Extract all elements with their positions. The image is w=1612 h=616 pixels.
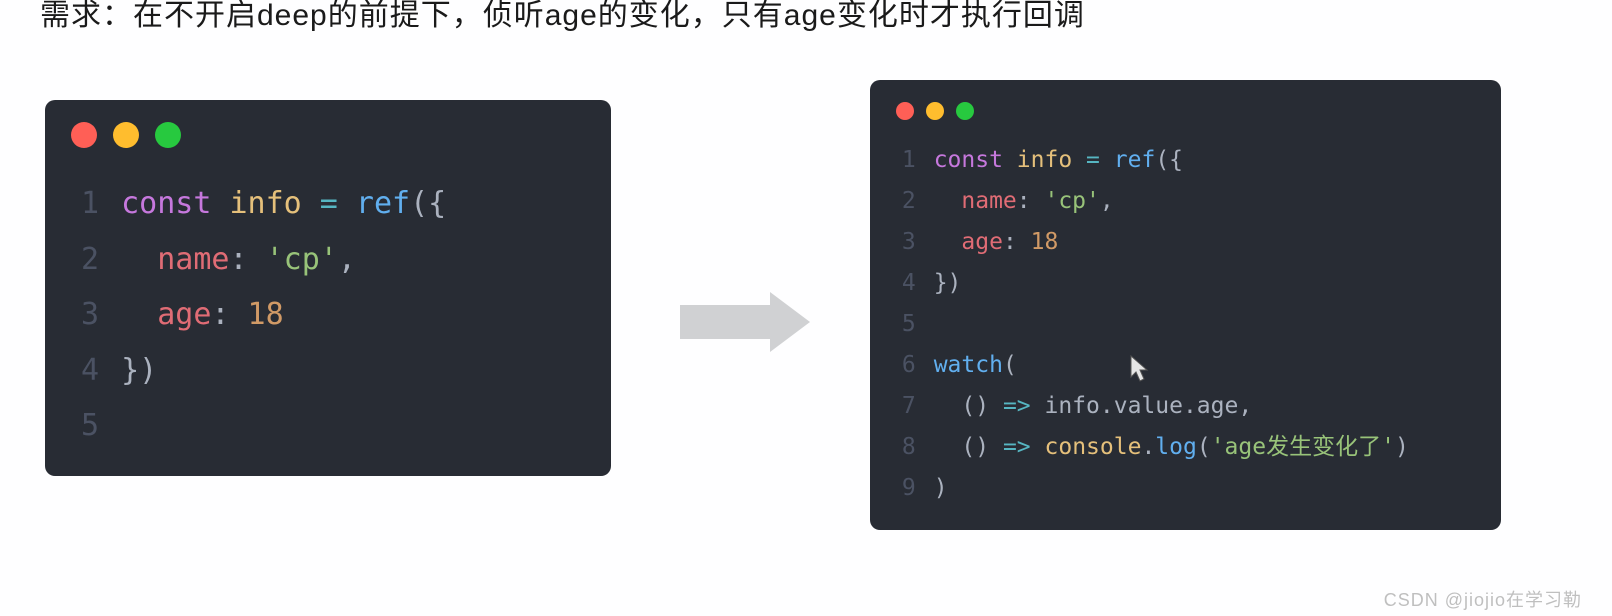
code-token xyxy=(1003,140,1017,181)
line-number: 8 xyxy=(888,427,916,468)
line-number: 3 xyxy=(888,222,916,263)
code-token: console xyxy=(1045,427,1142,468)
code-block-after: 1const info = ref({2 name: 'cp',3 age: 1… xyxy=(870,80,1501,530)
code-token: info.value.age, xyxy=(1031,386,1253,427)
code-token: const xyxy=(121,176,211,232)
code-lines-left: 1const info = ref({2 name: 'cp',3 age: 1… xyxy=(63,176,583,454)
code-line: 8 () => console.log('age发生变化了') xyxy=(888,427,1473,468)
code-token: ref xyxy=(1114,140,1156,181)
code-line: 7 () => info.value.age, xyxy=(888,386,1473,427)
code-line: 5 xyxy=(63,398,583,454)
code-token: log xyxy=(1155,427,1197,468)
window-controls xyxy=(896,102,1473,120)
code-token: : xyxy=(1017,181,1045,222)
code-token: , xyxy=(338,232,356,288)
code-token: () xyxy=(934,386,1003,427)
code-token: ) xyxy=(934,468,948,509)
code-token: = xyxy=(1086,140,1100,181)
minimize-icon xyxy=(926,102,944,120)
line-number: 1 xyxy=(63,176,99,232)
code-token: 'cp' xyxy=(266,232,338,288)
code-token: ) xyxy=(1395,427,1409,468)
maximize-icon xyxy=(956,102,974,120)
code-token: 'cp' xyxy=(1044,181,1099,222)
code-line: 1 const info = ref({ xyxy=(63,176,583,232)
code-token xyxy=(121,287,157,343)
code-token: ( xyxy=(1197,427,1211,468)
maximize-icon xyxy=(155,122,181,148)
code-token: ({ xyxy=(1155,140,1183,181)
code-token xyxy=(121,232,157,288)
line-number: 3 xyxy=(63,287,99,343)
code-line: 2 name: 'cp', xyxy=(63,232,583,288)
code-token xyxy=(934,222,962,263)
code-token xyxy=(302,176,320,232)
mouse-cursor-icon xyxy=(1130,355,1150,383)
code-token xyxy=(934,304,948,345)
code-token: name xyxy=(157,232,229,288)
arrow-right-icon xyxy=(680,305,810,352)
code-token: : xyxy=(1003,222,1031,263)
code-token: watch xyxy=(934,345,1003,386)
code-token: . xyxy=(1141,427,1155,468)
code-line: 9) xyxy=(888,468,1473,509)
code-token xyxy=(338,176,356,232)
code-token: name xyxy=(961,181,1016,222)
code-token: 18 xyxy=(248,287,284,343)
line-number: 9 xyxy=(888,468,916,509)
code-token: => xyxy=(1003,386,1031,427)
watermark-text: CSDN @jiojio在学习勒 xyxy=(1384,586,1582,612)
code-token: info xyxy=(229,176,301,232)
code-line: 4}) xyxy=(63,343,583,399)
code-token: info xyxy=(1017,140,1072,181)
code-block-before: 1const info = ref({2 name: 'cp',3 age: 1… xyxy=(45,100,611,476)
line-number: 1 xyxy=(888,140,916,181)
line-number: 7 xyxy=(888,386,916,427)
requirement-heading: 需求：在不开启deep的前提下，侦听age的变化，只有age变化时才执行回调 xyxy=(40,0,1085,34)
code-token: const xyxy=(934,140,1003,181)
code-token xyxy=(211,176,229,232)
code-token xyxy=(1072,140,1086,181)
code-line: 4}) xyxy=(888,263,1473,304)
code-token xyxy=(1100,140,1114,181)
code-token: ( xyxy=(1003,345,1017,386)
code-token: }) xyxy=(934,263,962,304)
code-token: : xyxy=(211,287,247,343)
line-number: 4 xyxy=(888,263,916,304)
code-token: () xyxy=(934,427,1003,468)
code-line: 5 xyxy=(888,304,1473,345)
code-line: 3 age: 18 xyxy=(63,287,583,343)
line-number: 5 xyxy=(888,304,916,345)
code-token: 18 xyxy=(1031,222,1059,263)
code-token: => xyxy=(1003,427,1031,468)
code-token xyxy=(1031,427,1045,468)
line-number: 6 xyxy=(888,345,916,386)
code-line: 2 name: 'cp', xyxy=(888,181,1473,222)
line-number: 2 xyxy=(888,181,916,222)
code-token: : xyxy=(229,232,265,288)
code-lines-right: 1const info = ref({2 name: 'cp',3 age: 1… xyxy=(888,140,1473,508)
code-token: ref xyxy=(356,176,410,232)
code-token xyxy=(934,181,962,222)
code-token: , xyxy=(1100,181,1114,222)
close-icon xyxy=(896,102,914,120)
code-token: age xyxy=(961,222,1003,263)
code-token: ({ xyxy=(410,176,446,232)
code-token xyxy=(121,398,139,454)
code-token: = xyxy=(320,176,338,232)
code-token: age xyxy=(157,287,211,343)
line-number: 2 xyxy=(63,232,99,288)
code-line: 1 const info = ref({ xyxy=(888,140,1473,181)
line-number: 5 xyxy=(63,398,99,454)
code-token: 'age发生变化了' xyxy=(1211,427,1395,468)
window-controls xyxy=(71,122,583,148)
close-icon xyxy=(71,122,97,148)
line-number: 4 xyxy=(63,343,99,399)
minimize-icon xyxy=(113,122,139,148)
code-line: 3 age: 18 xyxy=(888,222,1473,263)
code-line: 6 watch( xyxy=(888,345,1473,386)
code-token: }) xyxy=(121,343,157,399)
